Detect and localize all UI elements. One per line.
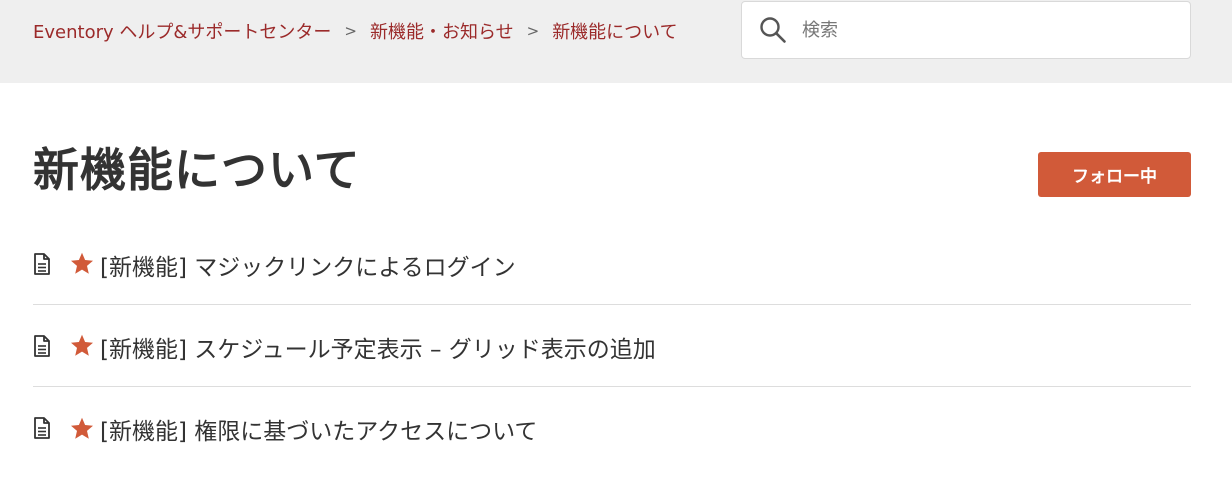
article-link[interactable]: [新機能] 権限に基づいたアクセスについて (100, 412, 537, 446)
header-bar: Eventory ヘルプ&サポートセンター > 新機能・お知らせ > 新機能につ… (0, 0, 1232, 83)
article-list: [新機能] マジックリンクによるログイン [新機能] スケジュール予定表示 – … (33, 223, 1191, 469)
star-icon (70, 334, 94, 358)
search-box[interactable] (741, 1, 1191, 59)
breadcrumb-item-current[interactable]: 新機能について (552, 18, 677, 44)
page-title: 新機能について (33, 143, 361, 197)
breadcrumb-item-news[interactable]: 新機能・お知らせ (370, 18, 514, 44)
breadcrumb: Eventory ヘルプ&サポートセンター > 新機能・お知らせ > 新機能につ… (33, 19, 678, 43)
document-icon (33, 252, 53, 276)
breadcrumb-separator: > (526, 22, 540, 40)
search-input[interactable] (802, 19, 1162, 41)
star-icon (70, 252, 94, 276)
breadcrumb-separator: > (344, 22, 357, 40)
document-icon (33, 416, 53, 440)
search-icon[interactable] (758, 15, 788, 45)
breadcrumb-item-help-center[interactable]: Eventory ヘルプ&サポートセンター (33, 18, 331, 44)
list-item: [新機能] マジックリンクによるログイン (33, 223, 1191, 305)
star-icon (70, 416, 94, 440)
article-link[interactable]: [新機能] スケジュール予定表示 – グリッド表示の追加 (100, 330, 656, 364)
article-link[interactable]: [新機能] マジックリンクによるログイン (100, 248, 516, 282)
follow-button[interactable]: フォロー中 (1038, 152, 1191, 197)
list-item: [新機能] 権限に基づいたアクセスについて (33, 387, 1191, 469)
list-item: [新機能] スケジュール予定表示 – グリッド表示の追加 (33, 305, 1191, 387)
document-icon (33, 334, 53, 358)
